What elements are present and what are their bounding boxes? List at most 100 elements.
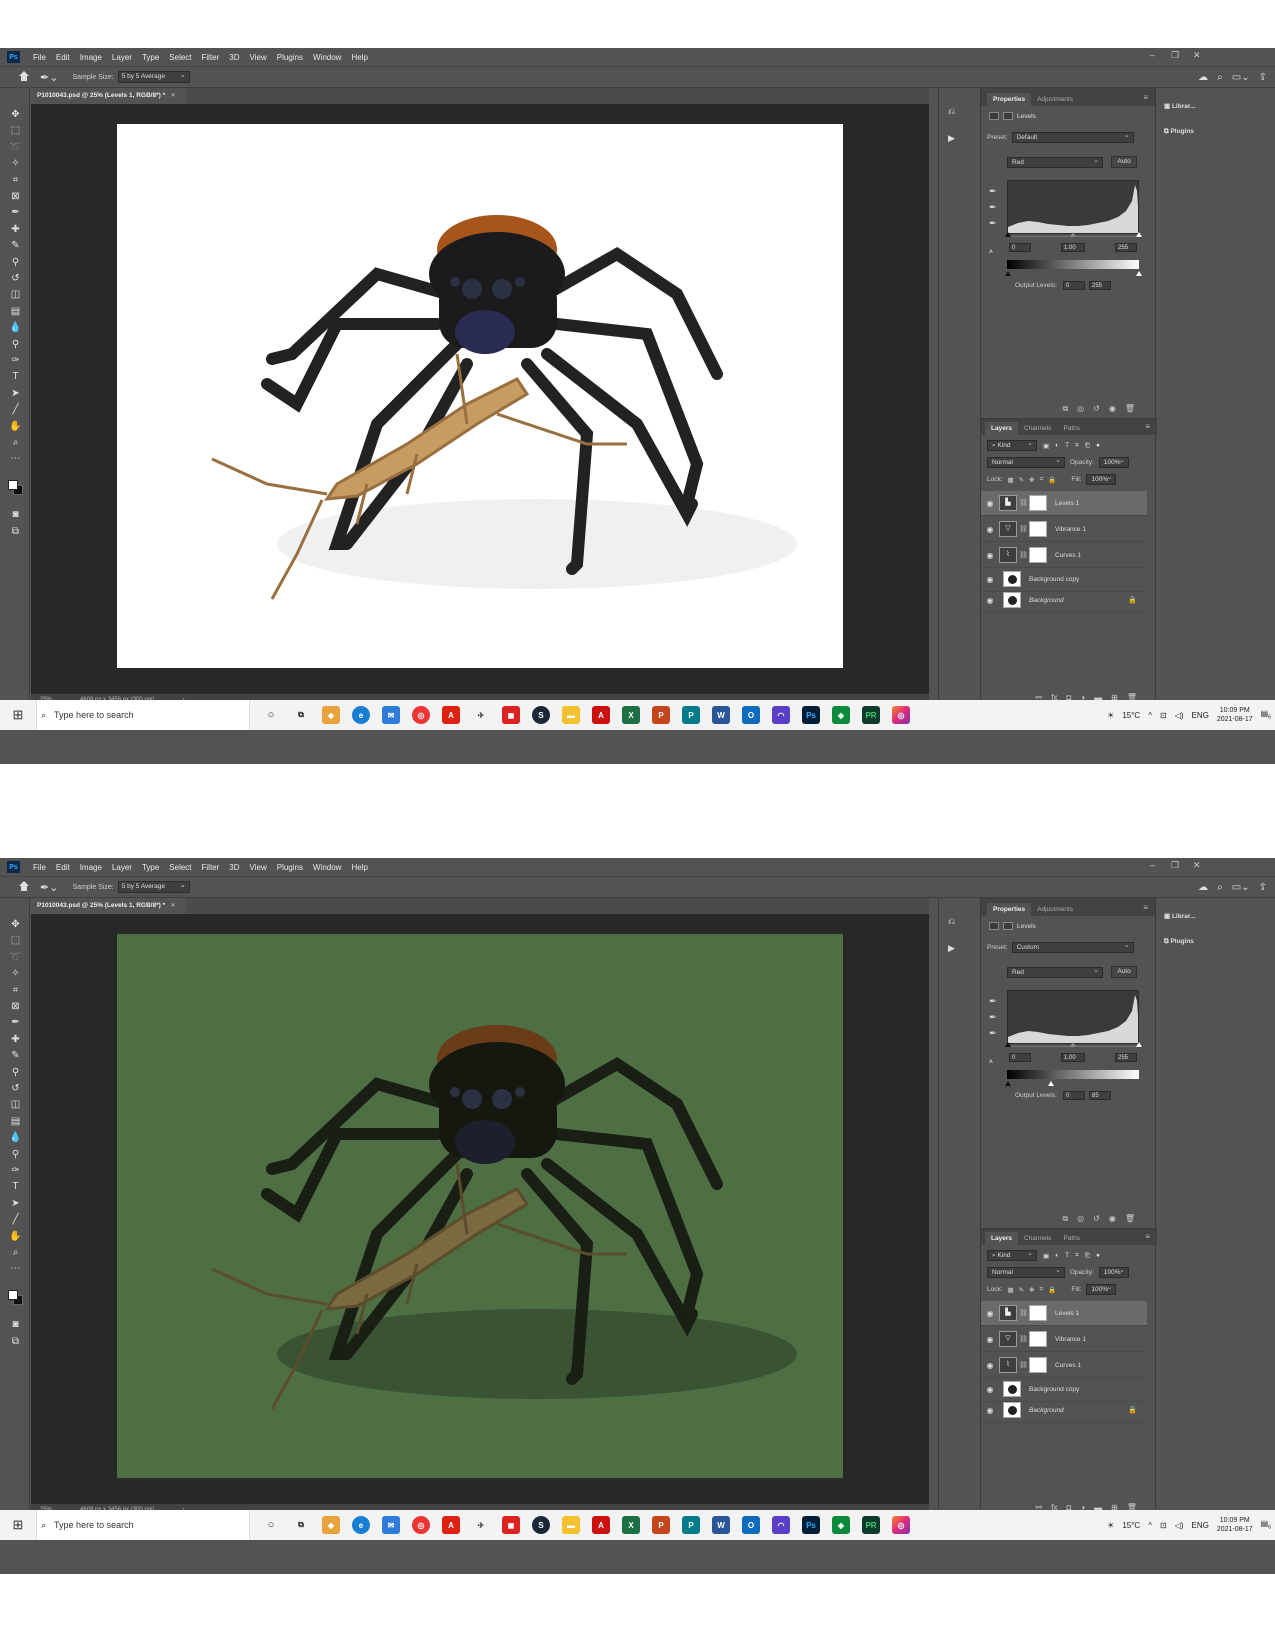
white-point-eyedropper-icon[interactable]: ✒ bbox=[989, 1028, 997, 1039]
more-tools-icon[interactable]: ⋯ bbox=[9, 452, 22, 465]
input-white-handle[interactable] bbox=[1136, 1042, 1142, 1047]
layer-row[interactable]: ◉ ⌇ ⛓ Curves 1 bbox=[981, 543, 1147, 568]
dodge-tool-icon[interactable]: ⚲ bbox=[9, 1148, 22, 1161]
close-tab-icon[interactable]: × bbox=[171, 92, 175, 99]
minimize-icon[interactable]: – bbox=[1150, 860, 1155, 870]
kind-filter-select[interactable]: ⌕ Kind bbox=[987, 1249, 1037, 1261]
document-image[interactable] bbox=[117, 124, 843, 668]
instagram-icon[interactable]: ◎ bbox=[892, 1516, 910, 1534]
lock-pixels-icon[interactable]: ✎ bbox=[1019, 1286, 1024, 1294]
delete-adjustment-icon[interactable]: 🗑 bbox=[1125, 1214, 1135, 1224]
frame-tool-icon[interactable]: ⊠ bbox=[9, 190, 22, 203]
preset-select[interactable]: Custom bbox=[1011, 941, 1134, 953]
layer-thumbnail[interactable] bbox=[1003, 592, 1021, 608]
eyedropper-preset-icon[interactable]: ✒⌄ bbox=[40, 881, 58, 894]
search-icon[interactable]: ⌕ bbox=[1217, 882, 1223, 893]
plugins-button[interactable]: ⧉ Plugins bbox=[1164, 938, 1194, 946]
language-indicator[interactable]: ENG bbox=[1192, 1521, 1209, 1530]
menu-edit[interactable]: Edit bbox=[51, 863, 75, 872]
output-black-field[interactable]: 0 bbox=[1063, 1091, 1085, 1100]
actions-play-icon[interactable]: ▶ bbox=[948, 943, 955, 954]
view-previous-icon[interactable]: ◎ bbox=[1077, 404, 1084, 414]
tray-overflow-icon[interactable]: ^ bbox=[1148, 1521, 1152, 1530]
mail-icon[interactable]: ✉ bbox=[382, 706, 400, 724]
menu-filter[interactable]: Filter bbox=[197, 53, 225, 62]
screen-mode-icon[interactable]: ⧉ bbox=[9, 1335, 22, 1348]
acrobat-icon-2[interactable]: A bbox=[592, 706, 610, 724]
history-icon[interactable]: ⎌ bbox=[948, 106, 955, 117]
share-icon[interactable]: ⇪ bbox=[1259, 882, 1267, 893]
input-white-handle[interactable] bbox=[1136, 232, 1142, 237]
eraser-tool-icon[interactable]: ◫ bbox=[9, 288, 22, 301]
hand-tool-icon[interactable]: ✋ bbox=[9, 1230, 22, 1243]
outlook-icon[interactable]: O bbox=[742, 1516, 760, 1534]
lock-artboard-icon[interactable]: ⌗ bbox=[1040, 1286, 1044, 1294]
filter-type-icon[interactable]: T bbox=[1065, 442, 1069, 449]
steam-icon[interactable]: S bbox=[532, 1516, 550, 1534]
menu-help[interactable]: Help bbox=[346, 53, 372, 62]
line-tool-icon[interactable]: ╱ bbox=[9, 1213, 22, 1226]
photoshop-logo-icon[interactable]: Ps bbox=[7, 861, 20, 873]
filter-shape-icon[interactable]: ⌗ bbox=[1075, 1252, 1079, 1260]
layers-menu-icon[interactable]: ≡ bbox=[1145, 1232, 1150, 1241]
marquee-tool-icon[interactable]: ⬚ bbox=[9, 934, 22, 947]
auto-button[interactable]: Auto bbox=[1111, 156, 1137, 168]
reset-icon[interactable]: ↺ bbox=[1093, 404, 1100, 414]
history-icon[interactable]: ⎌ bbox=[948, 916, 955, 927]
powerpoint-icon[interactable]: P bbox=[652, 706, 670, 724]
visibility-icon[interactable]: ◉ bbox=[1109, 1214, 1116, 1224]
layer-row[interactable]: ◉ ▙ ⛓ Levels 1 bbox=[981, 1301, 1147, 1326]
plugins-button[interactable]: ⧉ Plugins bbox=[1164, 128, 1194, 136]
file-explorer-icon[interactable]: ▬ bbox=[562, 706, 580, 724]
output-black-field[interactable]: 0 bbox=[1063, 281, 1085, 290]
shield-app-icon[interactable]: ◈ bbox=[832, 706, 850, 724]
menu-type[interactable]: Type bbox=[137, 53, 164, 62]
menu-view[interactable]: View bbox=[245, 863, 272, 872]
clip-to-layer-icon[interactable]: ⧉ bbox=[1062, 404, 1068, 414]
acrobat-icon[interactable]: A bbox=[442, 1516, 460, 1534]
quick-select-tool-icon[interactable]: ✧ bbox=[9, 967, 22, 980]
eyedropper-tool-icon[interactable]: ✒ bbox=[9, 1016, 22, 1029]
quick-mask-icon[interactable]: ◙ bbox=[9, 508, 22, 521]
healing-brush-icon[interactable]: ✚ bbox=[9, 1033, 22, 1046]
menu-plugins[interactable]: Plugins bbox=[272, 863, 308, 872]
app-icon-pr[interactable]: PR bbox=[862, 1516, 880, 1534]
task-view-icon[interactable]: ⧉ bbox=[292, 1516, 310, 1534]
output-white-handle[interactable] bbox=[1047, 1081, 1054, 1086]
kind-filter-select[interactable]: ⌕ Kind bbox=[987, 439, 1037, 451]
gray-point-eyedropper-icon[interactable]: ✒ bbox=[989, 202, 997, 213]
quick-mask-icon[interactable]: ◙ bbox=[9, 1318, 22, 1331]
black-point-eyedropper-icon[interactable]: ✒ bbox=[989, 186, 997, 197]
shield-app-icon[interactable]: ◈ bbox=[832, 1516, 850, 1534]
temperature[interactable]: 15°C bbox=[1122, 711, 1140, 720]
app-icon-3[interactable]: ◼ bbox=[502, 1516, 520, 1534]
input-gamma-handle[interactable] bbox=[1070, 232, 1076, 237]
tab-paths[interactable]: Paths bbox=[1057, 422, 1086, 435]
lock-transparency-icon[interactable]: ▦ bbox=[1008, 1286, 1014, 1294]
tab-adjustments[interactable]: Adjustments bbox=[1031, 93, 1079, 106]
mask-link-icon[interactable]: ⛓ bbox=[1019, 499, 1028, 507]
tab-layers[interactable]: Layers bbox=[985, 422, 1018, 435]
sample-size-select[interactable]: 5 by 5 Average bbox=[117, 881, 190, 893]
headset-app-icon[interactable]: ◠ bbox=[772, 706, 790, 724]
notifications-icon[interactable]: ▤6 bbox=[1261, 1519, 1271, 1531]
menu-layer[interactable]: Layer bbox=[107, 863, 137, 872]
input-white-field[interactable]: 255 bbox=[1115, 1053, 1137, 1062]
app-icon-1[interactable]: ◆ bbox=[322, 706, 340, 724]
cloud-docs-icon[interactable]: ☁ bbox=[1198, 72, 1208, 83]
screen-mode-icon[interactable]: ⧉ bbox=[9, 525, 22, 538]
cloud-docs-icon[interactable]: ☁ bbox=[1198, 882, 1208, 893]
hand-tool-icon[interactable]: ✋ bbox=[9, 420, 22, 433]
tab-paths[interactable]: Paths bbox=[1057, 1232, 1086, 1245]
search-icon[interactable]: ⌕ bbox=[1217, 72, 1223, 83]
filter-shape-icon[interactable]: ⌗ bbox=[1075, 442, 1079, 450]
document-tab[interactable]: P1010043.psd @ 25% (Levels 1, RGB/8*) * × bbox=[31, 898, 186, 914]
eye-visibility-icon[interactable]: ◉ bbox=[981, 1406, 999, 1415]
move-tool-icon[interactable]: ✥ bbox=[9, 918, 22, 931]
eye-visibility-icon[interactable]: ◉ bbox=[981, 1361, 999, 1370]
eye-visibility-icon[interactable]: ◉ bbox=[981, 596, 999, 605]
filter-toggle-icon[interactable]: ● bbox=[1096, 442, 1100, 449]
acrobat-icon-2[interactable]: A bbox=[592, 1516, 610, 1534]
line-tool-icon[interactable]: ╱ bbox=[9, 403, 22, 416]
move-tool-icon[interactable]: ✥ bbox=[9, 108, 22, 121]
